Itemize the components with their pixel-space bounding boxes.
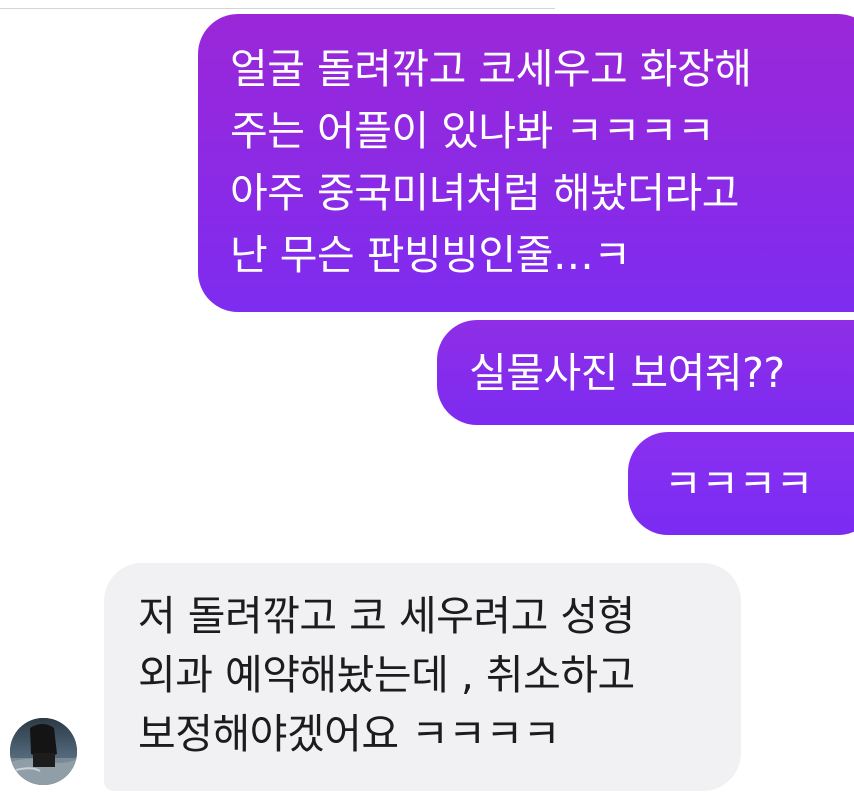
sent-message-bubble[interactable]: 얼굴 돌려깎고 코세우고 화장해 주는 어플이 있나봐 ㅋㅋㅋㅋ 아주 중국미녀… [198,14,854,312]
sent-message-bubble[interactable]: ㅋㅋㅋㅋ [628,432,854,535]
divider [0,8,555,9]
message-text: 실물사진 보여줘?? [469,349,785,397]
message-text: 저 돌려깎고 코 세우려고 성형 [138,592,635,640]
received-message-bubble[interactable]: 저 돌려깎고 코 세우려고 성형 외과 예약해놨는데 , 취소하고 보정해야겠어… [104,563,741,791]
message-text: ㅋㅋㅋㅋ [664,460,813,508]
message-text: 얼굴 돌려깎고 코세우고 화장해 [230,45,752,93]
message-text: 주는 어플이 있나봐 ㅋㅋㅋㅋ [230,107,715,155]
message-text: 보정해야겠어요 ㅋㅋㅋㅋ [138,710,560,758]
message-text: 아주 중국미녀처럼 해놨더라고 [230,169,739,217]
avatar[interactable] [10,718,77,785]
message-text: 외과 예약해놨는데 , 취소하고 [138,651,635,699]
avatar-photo [10,718,77,785]
message-text: 난 무슨 판빙빙인줄…ㅋ [230,231,631,279]
sent-message-bubble[interactable]: 실물사진 보여줘?? [437,320,854,425]
